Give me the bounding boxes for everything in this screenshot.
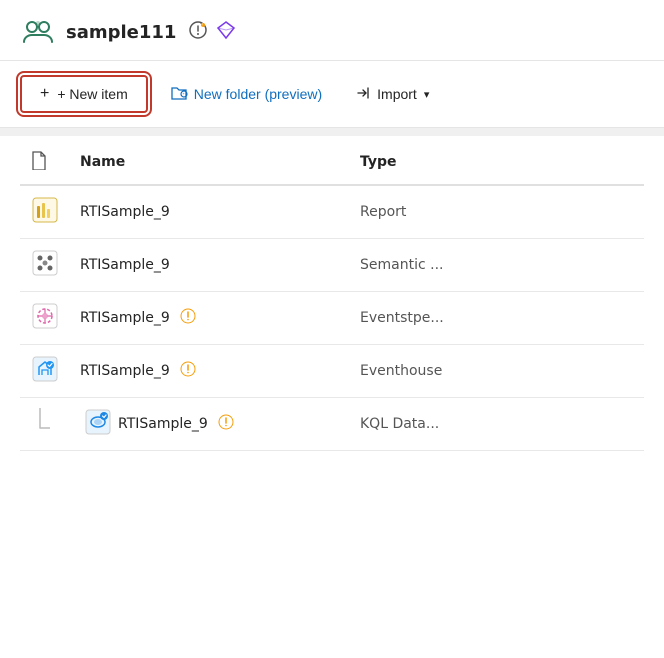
item-warning-badge [176, 308, 196, 328]
row-icon-cell [20, 345, 70, 398]
import-button[interactable]: Import ▾ [344, 77, 441, 112]
plus-icon: + [40, 85, 49, 103]
item-icon [84, 408, 112, 440]
items-table: Name Type RTISample_9 Report [20, 136, 644, 451]
table-row[interactable]: RTISample_9 Semantic ... [20, 239, 644, 292]
row-type-cell: KQL Data... [350, 398, 644, 451]
item-warning-badge [176, 361, 196, 381]
workspace-title: sample111 [66, 22, 176, 43]
row-icon-cell [20, 185, 70, 239]
app-logo [20, 14, 56, 50]
item-name: RTISample_9 [80, 257, 170, 273]
import-icon [356, 85, 372, 104]
new-item-button[interactable]: + + New item [20, 75, 148, 113]
table-row[interactable]: RTISample_9 Eventhouse [20, 345, 644, 398]
row-icon-cell [20, 292, 70, 345]
diamond-icon[interactable] [216, 20, 236, 44]
row-type-cell: Eventstре... [350, 292, 644, 345]
header: sample111 ! [0, 0, 664, 61]
row-name-cell: RTISample_9 [70, 345, 350, 398]
item-name: RTISample_9 [80, 363, 170, 379]
table-row[interactable]: RTISample_9 Eventstре... [20, 292, 644, 345]
item-name: RTISample_9 [118, 416, 208, 432]
item-icon [31, 265, 59, 281]
row-name-cell: RTISample_9 [70, 239, 350, 292]
row-type-cell: Semantic ... [350, 239, 644, 292]
row-name-cell: RTISample_9 [70, 292, 350, 345]
col-name-header: Name [70, 136, 350, 185]
toolbar: + + New item + New folder (preview) Impo… [0, 61, 664, 128]
row-type-cell: Eventhouse [350, 345, 644, 398]
toolbar-separator [0, 128, 664, 136]
import-chevron-icon: ▾ [424, 88, 430, 101]
item-icon [31, 212, 59, 228]
items-table-container: Name Type RTISample_9 Report [0, 136, 664, 451]
import-label: Import [377, 86, 417, 102]
header-actions: ! [188, 20, 236, 45]
row-icon-cell [20, 239, 70, 292]
new-folder-label: New folder (preview) [194, 86, 322, 102]
svg-text:!: ! [202, 22, 204, 27]
new-folder-button[interactable]: + New folder (preview) [156, 76, 336, 113]
row-name-cell: RTISample_9 [70, 185, 350, 239]
row-name-cell: RTISample_9 [70, 398, 350, 451]
table-header-row: Name Type [20, 136, 644, 185]
row-type-cell: Report [350, 185, 644, 239]
col-type-header: Type [350, 136, 644, 185]
item-warning-badge [214, 414, 234, 434]
svg-text:+: + [182, 91, 185, 96]
item-name: RTISample_9 [80, 310, 170, 326]
col-icon-header [20, 136, 70, 185]
new-folder-icon: + [170, 84, 188, 105]
settings-warning-icon[interactable]: ! [188, 20, 208, 45]
item-icon [31, 318, 59, 334]
row-icon-cell [20, 398, 70, 451]
item-icon [31, 371, 59, 387]
table-row[interactable]: RTISample_9 Report [20, 185, 644, 239]
item-name: RTISample_9 [80, 204, 170, 220]
new-item-label: + New item [57, 86, 127, 102]
table-row[interactable]: RTISample_9 KQL Data... [20, 398, 644, 451]
